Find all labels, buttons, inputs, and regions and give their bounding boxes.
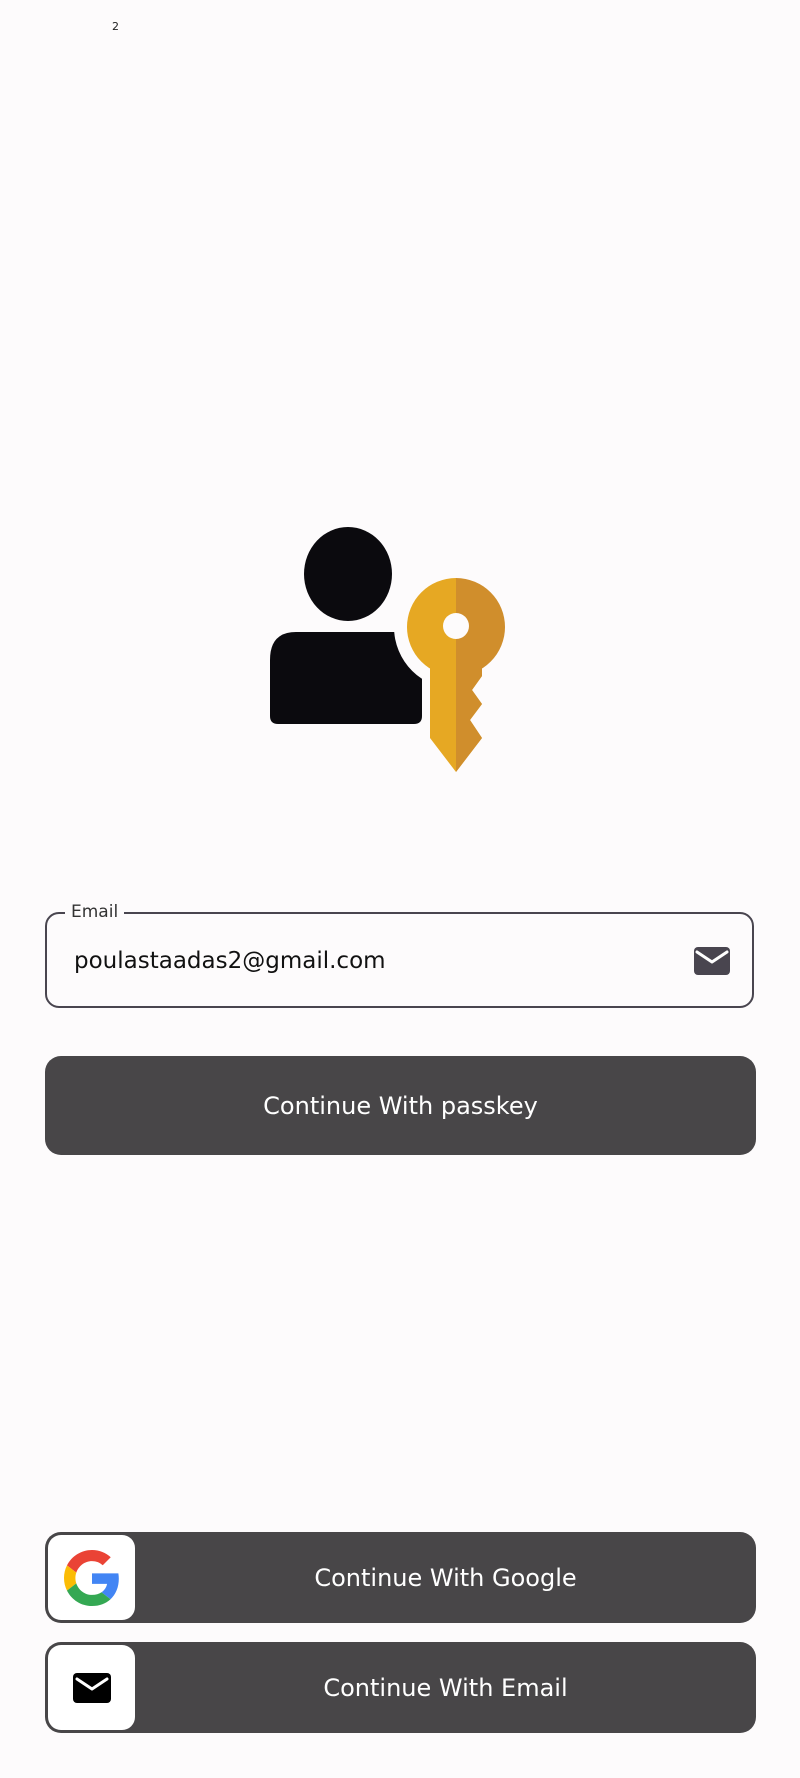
email-field[interactable]: Email poulastaadas2@gmail.com: [45, 901, 754, 1008]
passkey-illustration: [270, 526, 518, 782]
google-icon-box: [48, 1535, 135, 1620]
mail-icon: [694, 947, 730, 975]
continue-with-passkey-button[interactable]: Continue With passkey: [45, 1056, 756, 1155]
mail-icon: [72, 1672, 111, 1703]
email-input-value[interactable]: poulastaadas2@gmail.com: [74, 946, 386, 976]
email-icon-box: [48, 1645, 135, 1730]
status-bar-text: 2: [112, 20, 119, 33]
continue-with-email-button[interactable]: Continue With Email: [45, 1642, 756, 1733]
email-field-label: Email: [65, 901, 125, 923]
continue-with-google-label: Continue With Google: [314, 1563, 577, 1592]
continue-with-email-label: Continue With Email: [323, 1673, 568, 1702]
google-g-icon: [63, 1549, 119, 1606]
continue-with-passkey-label: Continue With passkey: [263, 1091, 538, 1120]
user-key-icon: [270, 527, 518, 772]
continue-with-google-button[interactable]: Continue With Google: [45, 1532, 756, 1623]
